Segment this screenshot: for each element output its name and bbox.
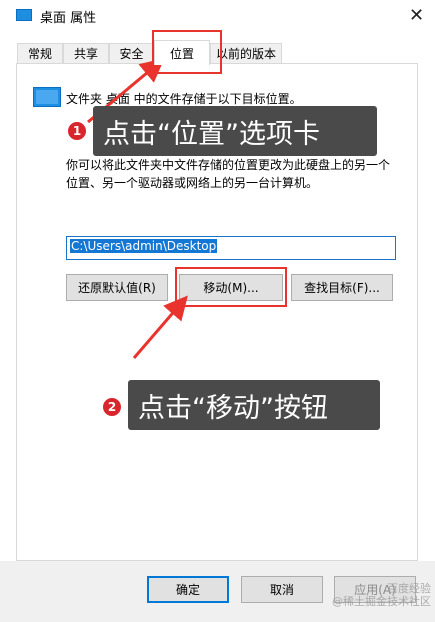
annotation-arrows [87,58,188,359]
arrow-to-move-button [132,295,188,359]
step-2-callout: 点击“移动”按钮 [128,380,380,430]
watermark: 百度经验 @稀土掘金技术社区 [332,582,431,608]
step-2-badge: 2 [101,396,123,418]
step-1-callout: 点击“位置”选项卡 [93,106,377,156]
tab-location[interactable]: 位置 [154,40,210,65]
step-1-badge: 1 [66,120,88,142]
